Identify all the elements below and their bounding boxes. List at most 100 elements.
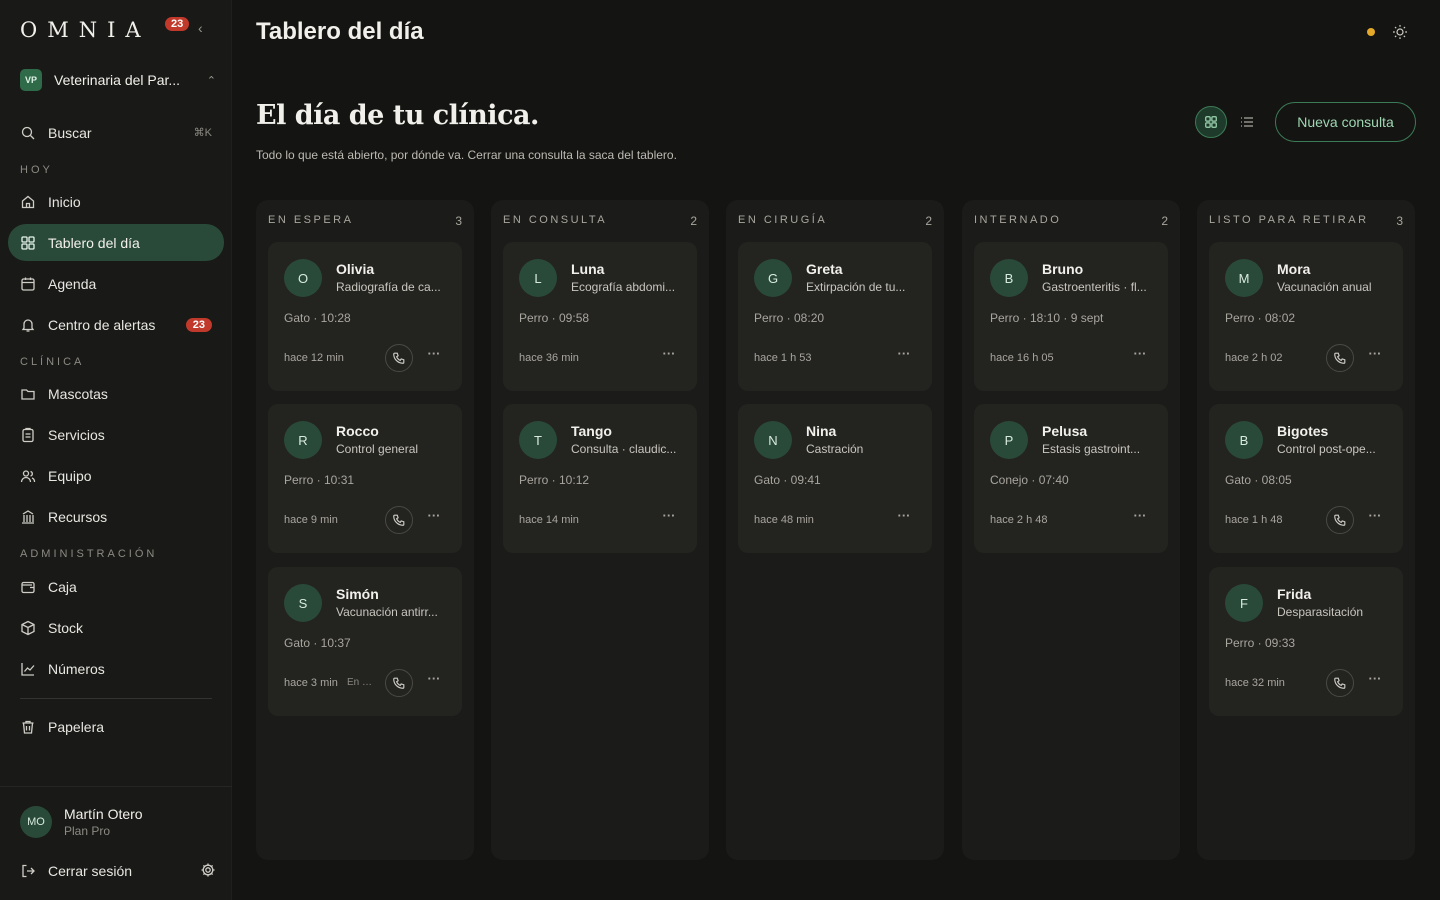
avatar: B [1225, 421, 1263, 459]
sidebar-item-numeros[interactable]: Números [8, 650, 224, 687]
more-options-icon[interactable]: ··· [1132, 347, 1148, 364]
more-options-icon[interactable]: ··· [426, 509, 442, 526]
more-options-icon[interactable]: ··· [1367, 347, 1383, 364]
elapsed-time: hace 1 h 48 [1225, 514, 1283, 526]
patient-card[interactable]: M Mora Vacunación anual Perro · 08:02 hace 2… [1209, 242, 1403, 391]
pet-meta: Perro · 10:12 [519, 473, 590, 487]
more-options-icon[interactable]: ··· [426, 672, 442, 689]
box-icon [20, 620, 36, 636]
elapsed-time: hace 1 h 53 [754, 352, 812, 364]
search-icon [20, 125, 36, 141]
sidebar-item-label: Caja [48, 578, 77, 595]
patient-card[interactable]: L Luna Ecografía abdomi... Perro · 09:58 hac… [503, 242, 697, 391]
sidebar-item-agenda[interactable]: Agenda [8, 265, 224, 302]
elapsed-time: hace 36 min [519, 352, 579, 364]
pet-name: Rocco [336, 423, 379, 439]
user-profile[interactable]: MO Martín Otero Plan Pro [20, 806, 143, 838]
avatar: G [754, 259, 792, 297]
grid-view-toggle[interactable] [1195, 106, 1227, 138]
visit-reason: Vacunación antirr... [336, 605, 438, 619]
sidebar-item-equipo[interactable]: Equipo [8, 457, 224, 494]
logout-button[interactable]: Cerrar sesión [8, 852, 224, 889]
more-options-icon[interactable]: ··· [426, 347, 442, 364]
column-listo-para-retirar: LISTO PARA RETIRAR 3 M Mora Vacunación anual… [1197, 200, 1415, 860]
pet-name: Mora [1277, 261, 1311, 277]
pet-name: Frida [1277, 586, 1312, 602]
pet-name: Olivia [336, 261, 375, 277]
patient-card[interactable]: B Bigotes Control post-ope... Gato · 08:05 h… [1209, 404, 1403, 553]
gear-icon[interactable] [200, 862, 216, 878]
pet-meta: Perro · 08:02 [1225, 311, 1296, 325]
patient-card[interactable]: F Frida Desparasitación Perro · 09:33 hace 3… [1209, 567, 1403, 716]
column-internado: INTERNADO 2 B Bruno Gastroenteritis · fl... P… [962, 200, 1180, 860]
column-header: EN CIRUGÍA 2 [738, 214, 932, 228]
call-button[interactable] [1326, 669, 1354, 697]
logout-label: Cerrar sesión [48, 862, 133, 879]
patient-card[interactable]: S Simón Vacunación antirr... Gato · 10:37 ha… [268, 567, 462, 716]
patient-card[interactable]: T Tango Consulta · claudic... Perro · 10:12… [503, 404, 697, 553]
new-consultation-button[interactable]: Nueva consulta [1275, 102, 1416, 142]
call-button[interactable] [385, 506, 413, 534]
user-name: Martín Otero [64, 806, 143, 822]
call-button[interactable] [1326, 344, 1354, 372]
more-options-icon[interactable]: ··· [896, 509, 912, 526]
app-logo[interactable]: OMNIA [20, 18, 151, 42]
chart-line-icon [20, 661, 36, 677]
patient-card[interactable]: G Greta Extirpación de tu... Perro · 08:20 h… [738, 242, 932, 391]
visit-reason: Radiografía de ca... [336, 280, 441, 294]
call-button[interactable] [1326, 506, 1354, 534]
more-options-icon[interactable]: ··· [1132, 509, 1148, 526]
pet-name: Simón [336, 586, 379, 602]
users-icon [20, 468, 36, 484]
patient-card[interactable]: N Nina Castración Gato · 09:41 hace 48 min ··… [738, 404, 932, 553]
patient-card[interactable]: P Pelusa Estasis gastroint... Conejo · 07:4… [974, 404, 1168, 553]
avatar: F [1225, 584, 1263, 622]
bell-icon [20, 317, 36, 333]
sidebar-item-alertas[interactable]: Centro de alertas 23 [8, 306, 224, 343]
call-button[interactable] [385, 344, 413, 372]
grid-icon [1205, 116, 1217, 128]
sidebar-item-recursos[interactable]: Recursos [8, 498, 224, 535]
sidebar-item-mascotas[interactable]: Mascotas [8, 375, 224, 412]
more-options-icon[interactable]: ··· [896, 347, 912, 364]
pet-meta: Perro · 09:33 [1225, 636, 1296, 650]
sidebar-item-label: Mascotas [48, 385, 108, 402]
more-options-icon[interactable]: ··· [1367, 509, 1383, 526]
patient-card[interactable]: O Olivia Radiografía de ca... Gato · 10:28 h… [268, 242, 462, 391]
more-options-icon[interactable]: ··· [661, 509, 677, 526]
pet-meta: Gato · 10:37 [284, 636, 351, 650]
list-view-icon[interactable] [1239, 114, 1255, 130]
calendar-icon [20, 276, 36, 292]
sidebar-item-label: Tablero del día [48, 234, 140, 251]
column-count: 2 [1161, 214, 1168, 228]
sun-icon[interactable] [1392, 24, 1408, 40]
collapse-sidebar-icon[interactable]: ‹ [198, 20, 203, 36]
sidebar-item-inicio[interactable]: Inicio [8, 183, 224, 220]
sidebar-item-stock[interactable]: Stock [8, 609, 224, 646]
patient-card[interactable]: R Rocco Control general Perro · 10:31 hace 9… [268, 404, 462, 553]
elapsed-time: hace 2 h 02 [1225, 352, 1283, 364]
headline: El día de tu clínica. [256, 100, 539, 131]
pet-meta: Gato · 09:41 [754, 473, 821, 487]
sidebar-item-servicios[interactable]: Servicios [8, 416, 224, 453]
sidebar-item-papelera[interactable]: Papelera [8, 708, 224, 745]
clinic-switcher[interactable]: VP Veterinaria del Par... ⌃ [20, 68, 216, 92]
sidebar-item-tablero[interactable]: Tablero del día [8, 224, 224, 261]
more-options-icon[interactable]: ··· [661, 347, 677, 364]
section-label-clinica: CLÍNICA [20, 356, 85, 368]
pet-name: Bigotes [1277, 423, 1329, 439]
phone-icon [393, 514, 405, 526]
notification-badge[interactable]: 23 [165, 17, 190, 31]
sidebar: OMNIA 23 ‹ VP Veterinaria del Par... ⌃ B… [0, 0, 232, 900]
more-options-icon[interactable]: ··· [1367, 672, 1383, 689]
call-button[interactable] [385, 669, 413, 697]
visit-reason: Castración [806, 442, 864, 456]
visit-reason: Vacunación anual [1277, 280, 1372, 294]
column-title: EN CIRUGÍA [738, 214, 828, 226]
sidebar-item-label: Equipo [48, 467, 92, 484]
column-count: 3 [455, 214, 462, 228]
phone-icon [393, 677, 405, 689]
sidebar-item-caja[interactable]: Caja [8, 568, 224, 605]
patient-card[interactable]: B Bruno Gastroenteritis · fl... Perro · 18:… [974, 242, 1168, 391]
search-button[interactable]: Buscar ⌘K [8, 114, 224, 151]
